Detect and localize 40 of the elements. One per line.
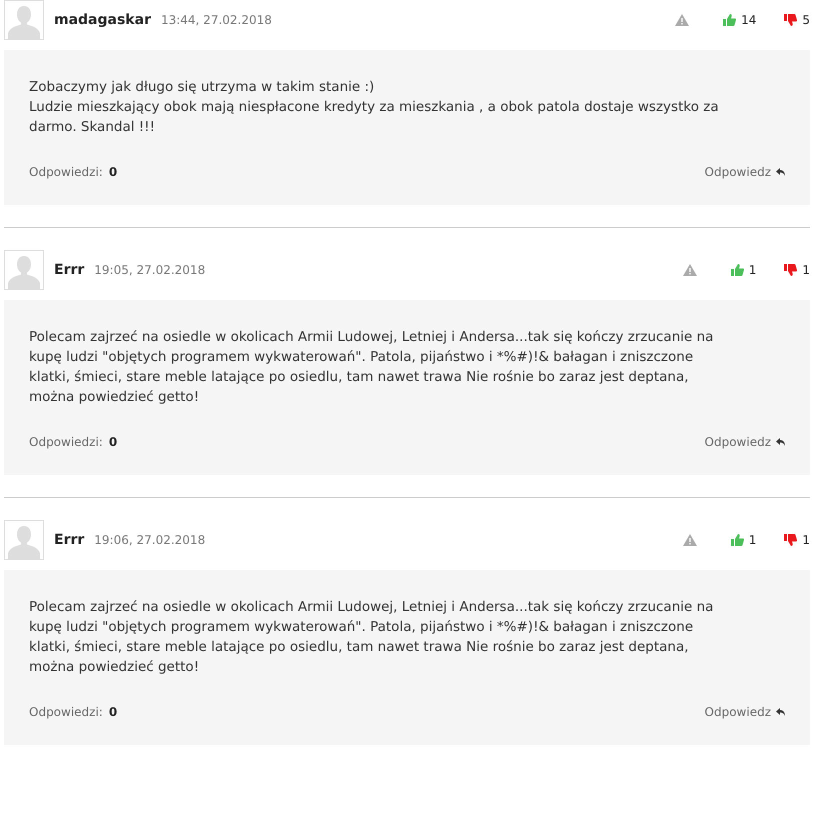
replies-label: Odpowiedzi:	[29, 165, 103, 179]
comment-time: 19:05, 27.02.2018	[94, 263, 206, 277]
upvote-count: 14	[741, 13, 756, 27]
replies-count: 0	[108, 435, 118, 449]
author-name: Errr	[54, 532, 84, 548]
thumbs-down-icon[interactable]	[784, 264, 798, 276]
report-icon[interactable]	[675, 14, 690, 26]
thumbs-up-icon[interactable]	[723, 14, 736, 26]
reply-icon	[776, 708, 785, 716]
reply-icon	[776, 168, 785, 176]
comment-text: Polecam zajrzeć na osiedle w okolicach Armii Ludowej, Letniej i Andersa...tak się kończy zrzucanie na kupę ludzi "objętych programem wykwaterowań". Patola, pijaństwo i *%#)!& bałagan i zniszczone klatki, śmieci, stare meble latające po osiedlu, tam nawet trawa Nie rośnie bo zaraz jest deptana, można powiedzieć getto!	[29, 598, 714, 677]
avatar-icon	[4, 520, 44, 560]
author-name: madagaskar	[54, 12, 151, 28]
avatar-icon	[4, 250, 44, 290]
upvote-count: 1	[748, 533, 756, 547]
replies-count: 0	[108, 165, 118, 179]
reply-link[interactable]: Odpowiedz	[704, 165, 785, 179]
downvote-count: 1	[802, 263, 810, 277]
replies-label: Odpowiedzi:	[29, 435, 103, 449]
comment-text: Zobaczymy jak długo się utrzyma w takim stanie :)	[29, 78, 376, 97]
downvote-count: 1	[802, 533, 810, 547]
replies-label: Odpowiedzi:	[29, 705, 103, 719]
downvote-count: 5	[802, 13, 810, 27]
comment-time: 13:44, 27.02.2018	[160, 13, 272, 27]
reply-link[interactable]: Odpowiedz	[704, 705, 785, 719]
comment-text: Ludzie mieszkający obok mają niespłacone kredyty za mieszkania , a obok patola dostaje wszystko za darmo. Skandal !!!	[29, 98, 720, 137]
author-name: Errr	[54, 262, 84, 278]
thumbs-down-icon[interactable]	[784, 14, 798, 26]
upvote-count: 1	[748, 263, 756, 277]
report-icon[interactable]	[682, 534, 697, 546]
thumbs-up-icon[interactable]	[730, 264, 744, 276]
avatar-icon	[4, 0, 44, 40]
reply-link[interactable]: Odpowiedz	[704, 435, 785, 449]
reply-icon	[776, 438, 785, 446]
comment-time: 19:06, 27.02.2018	[94, 533, 206, 547]
thumbs-down-icon[interactable]	[784, 534, 798, 546]
thumbs-up-icon[interactable]	[730, 534, 744, 546]
replies-count: 0	[108, 705, 118, 719]
report-icon[interactable]	[682, 264, 697, 276]
comment-text: Polecam zajrzeć na osiedle w okolicach Armii Ludowej, Letniej i Andersa...tak się kończy zrzucanie na kupę ludzi "objętych programem wykwaterowań". Patola, pijaństwo i *%#)!& bałagan i zniszczone klatki, śmieci, stare meble latające po osiedlu, tam nawet trawa Nie rośnie bo zaraz jest deptana, można powiedzieć getto!	[29, 328, 714, 407]
